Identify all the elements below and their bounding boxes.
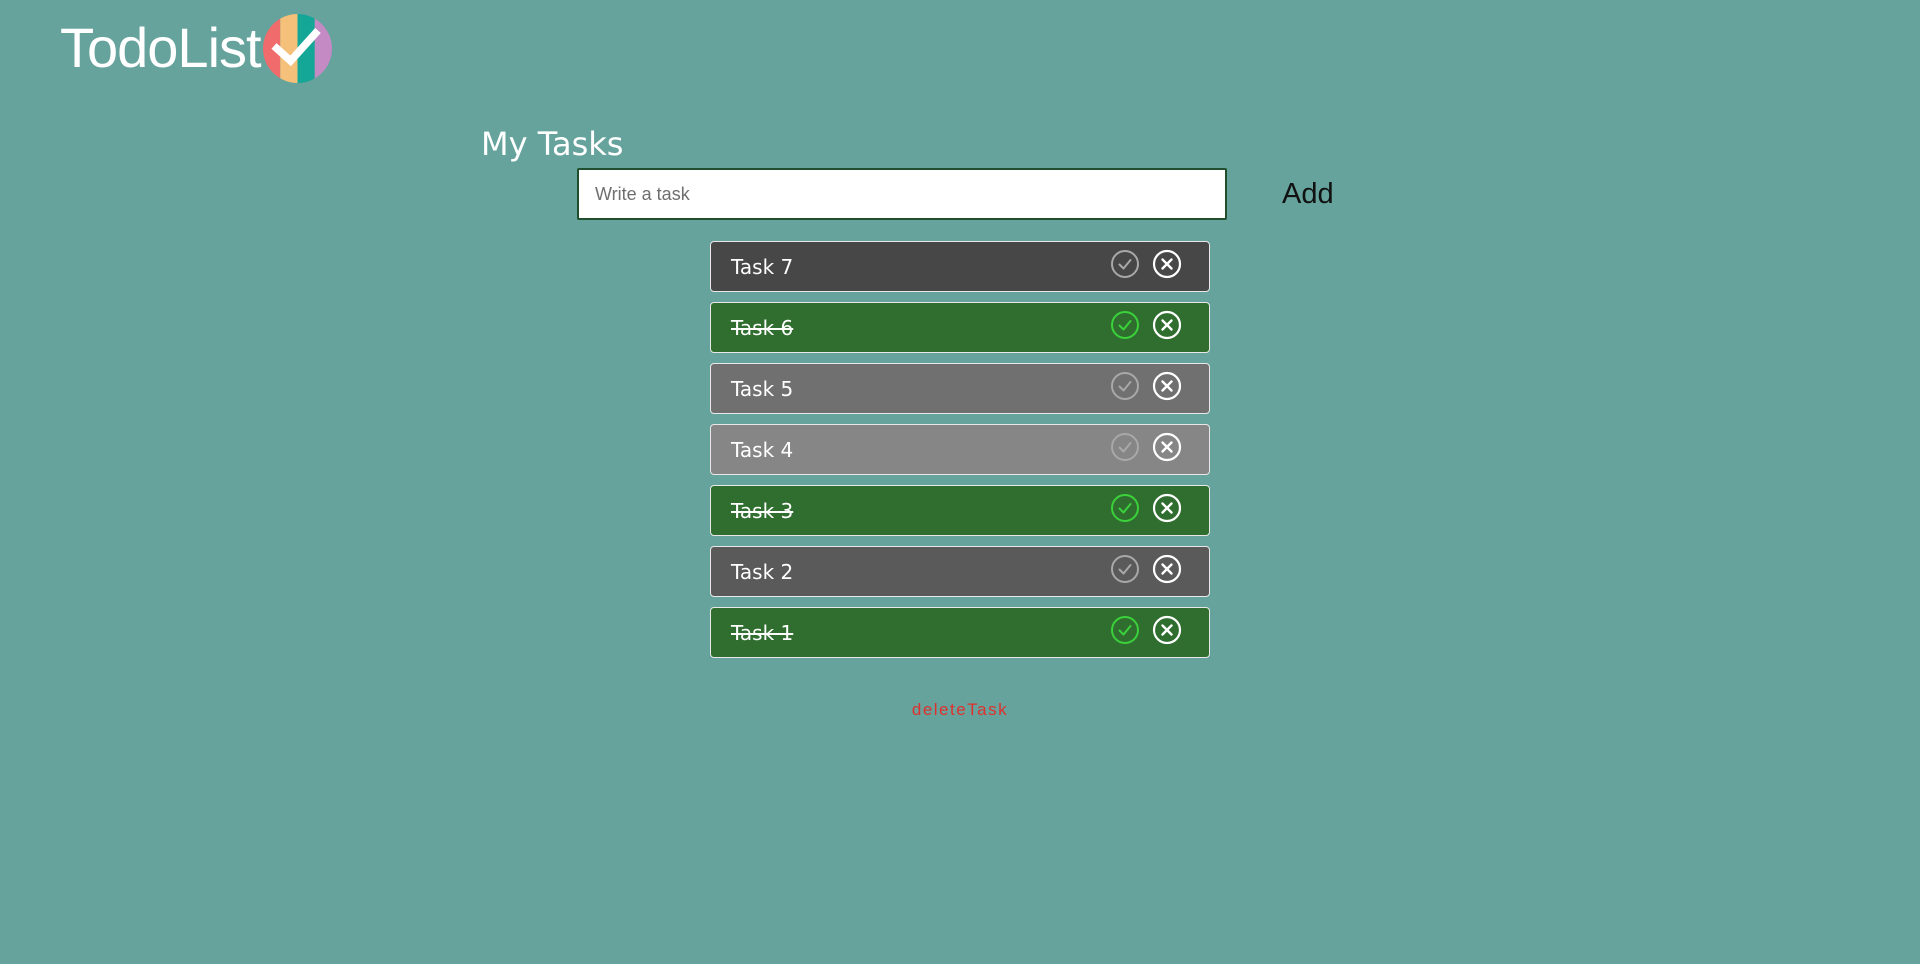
task-label: Task 2 [731,559,794,584]
task-input[interactable] [577,168,1227,220]
task-label: Task 6 [731,315,794,340]
check-circle-icon[interactable] [1110,371,1140,401]
task-label: Task 7 [731,254,794,279]
x-circle-icon[interactable] [1152,615,1182,645]
check-badge-icon [262,13,332,83]
task-label: Task 3 [731,498,794,523]
check-circle-icon[interactable] [1110,493,1140,523]
task-actions [1110,432,1182,462]
task-item: Task 4 [710,424,1210,475]
x-circle-icon[interactable] [1152,371,1182,401]
task-item: Task 2 [710,546,1210,597]
task-actions [1110,310,1182,340]
task-list: Task 7 Task 6 Task 5 Task 4 Task 3 Task 2 Task… [710,241,1210,668]
task-item: Task 5 [710,363,1210,414]
check-circle-icon[interactable] [1110,432,1140,462]
task-item: Task 1 [710,607,1210,658]
task-actions [1110,554,1182,584]
page: TodoList My Tasks Add Task 7 Task 6 Task 5… [0,0,1920,964]
delete-task-link[interactable]: deleteTask [900,700,1020,720]
check-circle-icon[interactable] [1110,249,1140,279]
task-actions [1110,249,1182,279]
task-item: Task 3 [710,485,1210,536]
x-circle-icon[interactable] [1152,554,1182,584]
task-item: Task 7 [710,241,1210,292]
x-circle-icon[interactable] [1152,310,1182,340]
add-button[interactable]: Add [1268,172,1348,216]
x-circle-icon[interactable] [1152,432,1182,462]
check-circle-icon[interactable] [1110,310,1140,340]
task-item: Task 6 [710,302,1210,353]
check-circle-icon[interactable] [1110,615,1140,645]
task-actions [1110,615,1182,645]
logo: TodoList [60,12,332,84]
task-label: Task 1 [731,620,794,645]
x-circle-icon[interactable] [1152,249,1182,279]
check-circle-icon[interactable] [1110,554,1140,584]
task-label: Task 5 [731,376,794,401]
task-label: Task 4 [731,437,794,462]
x-circle-icon[interactable] [1152,493,1182,523]
task-actions [1110,493,1182,523]
page-title: My Tasks [481,125,624,163]
logo-text: TodoList [60,16,262,79]
task-actions [1110,371,1182,401]
